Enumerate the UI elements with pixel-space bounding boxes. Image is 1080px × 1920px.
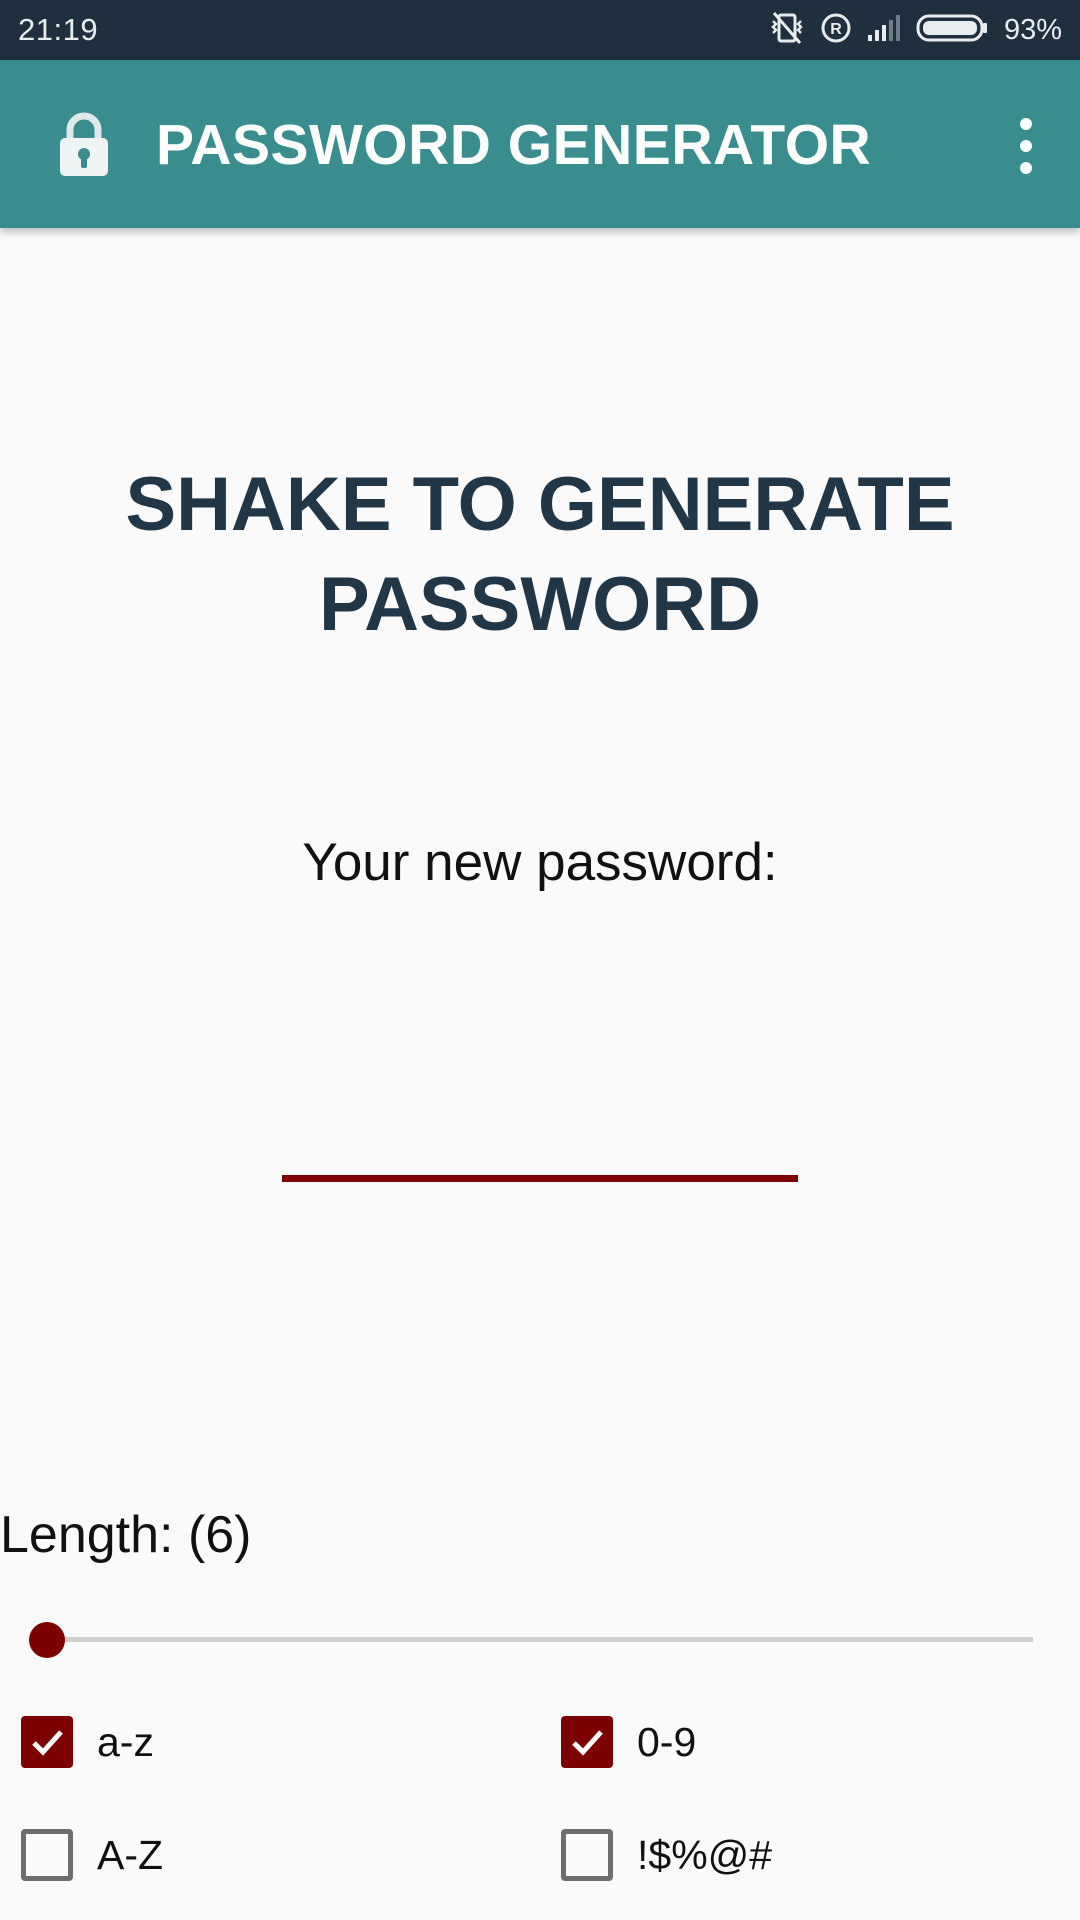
signal-icon <box>866 13 902 48</box>
option-uppercase[interactable]: A-Z <box>21 1829 163 1881</box>
overflow-menu-icon[interactable] <box>1006 116 1046 176</box>
headline-line-2: PASSWORD <box>319 562 761 647</box>
registered-icon: R <box>820 12 852 49</box>
slider-track <box>47 1637 1033 1642</box>
length-label: Length: (6) <box>0 1506 252 1564</box>
battery-percent: 93% <box>1003 13 1062 46</box>
checkbox-digits[interactable] <box>561 1716 613 1768</box>
password-label: Your new password: <box>302 833 778 892</box>
option-digits[interactable]: 0-9 <box>561 1716 696 1768</box>
option-label-lowercase: a-z <box>97 1718 154 1765</box>
checkbox-uppercase[interactable] <box>21 1829 73 1881</box>
shake-headline: SHAKE TO GENERATE PASSWORD <box>0 455 1080 655</box>
svg-text:R: R <box>830 21 842 38</box>
checkmark-icon <box>572 1730 603 1756</box>
status-bar: 21:19 R 93% <box>0 0 1080 60</box>
status-icons: R 93% <box>768 10 1062 50</box>
option-label-uppercase: A-Z <box>97 1831 164 1878</box>
option-symbols[interactable]: !$%@# <box>561 1829 772 1881</box>
option-label-symbols: !$%@# <box>637 1831 773 1878</box>
password-output[interactable] <box>280 1120 800 1180</box>
checkbox-lowercase[interactable] <box>21 1716 73 1768</box>
slider-thumb[interactable] <box>29 1622 65 1658</box>
option-label-digits: 0-9 <box>637 1718 697 1765</box>
option-lowercase[interactable]: a-z <box>21 1716 154 1768</box>
vibrate-off-icon <box>768 9 806 52</box>
length-slider[interactable] <box>29 1620 1033 1660</box>
app-title: PASSWORD GENERATOR <box>156 113 872 177</box>
status-time: 21:19 <box>18 12 99 47</box>
app-bar: PASSWORD GENERATOR <box>0 60 1080 228</box>
checkmark-icon <box>32 1730 63 1756</box>
headline-line-1: SHAKE TO GENERATE <box>125 462 955 547</box>
battery-icon <box>916 13 990 48</box>
password-underline <box>282 1175 798 1182</box>
lock-icon <box>56 110 112 178</box>
checkbox-symbols[interactable] <box>561 1829 613 1881</box>
